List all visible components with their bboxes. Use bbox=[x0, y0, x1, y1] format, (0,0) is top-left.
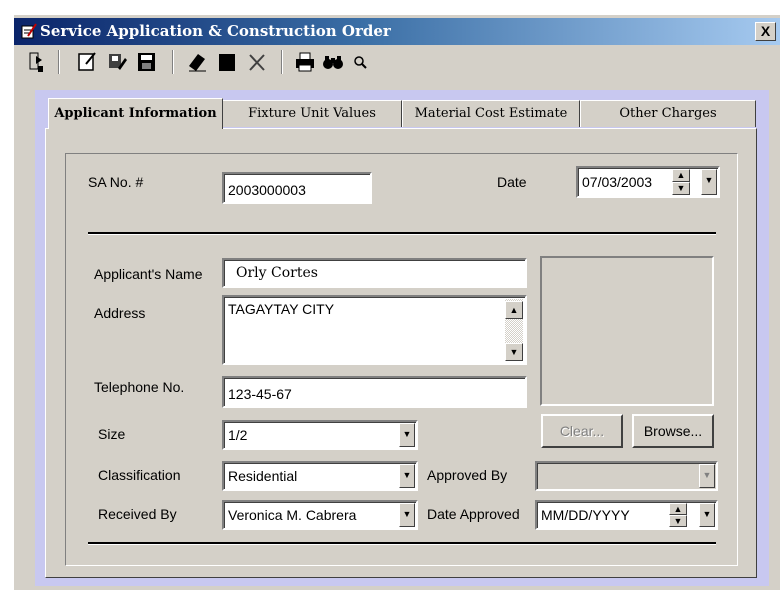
toolbar-separator bbox=[281, 50, 283, 74]
close-button[interactable]: X bbox=[755, 22, 776, 41]
approved-by-label: Approved By bbox=[427, 467, 508, 483]
divider-bottom bbox=[88, 542, 716, 545]
received-by-dropdown-icon[interactable]: ▼ bbox=[399, 503, 415, 527]
classification-dropdown-icon[interactable]: ▼ bbox=[399, 464, 415, 488]
divider-top bbox=[88, 232, 716, 235]
applicant-name-field[interactable]: Orly Cortes bbox=[222, 258, 527, 288]
date-approved-picker[interactable]: MM/DD/YYYY ▲ ▼ ▼ bbox=[535, 500, 718, 530]
classification-label: Classification bbox=[98, 467, 181, 483]
approved-by-select[interactable]: ▼ bbox=[535, 461, 718, 491]
date-spin-up[interactable]: ▲ bbox=[672, 169, 690, 182]
address-field[interactable]: TAGAYTAY CITY ▲ ▼ bbox=[222, 295, 527, 365]
save-icon[interactable] bbox=[136, 50, 158, 74]
address-label: Address bbox=[94, 305, 146, 321]
date-approved-spin-down[interactable]: ▼ bbox=[669, 515, 687, 527]
scroll-up-icon[interactable]: ▲ bbox=[505, 301, 523, 319]
date-dropdown-button[interactable]: ▼ bbox=[701, 169, 717, 195]
classification-value: Residential bbox=[228, 468, 298, 484]
approved-by-dropdown-icon[interactable]: ▼ bbox=[699, 464, 715, 488]
browse-button[interactable]: Browse... bbox=[632, 414, 714, 448]
scroll-down-icon[interactable]: ▼ bbox=[505, 343, 523, 361]
sa-no-field[interactable]: 2003000003 bbox=[222, 172, 372, 204]
date-approved-dropdown-button[interactable]: ▼ bbox=[699, 503, 715, 527]
exit-icon[interactable] bbox=[26, 50, 48, 74]
window-app-icon bbox=[20, 22, 38, 40]
address-value: TAGAYTAY CITY bbox=[228, 301, 335, 317]
date-label: Date bbox=[497, 174, 527, 190]
toolbar-separator bbox=[172, 50, 174, 74]
classification-select[interactable]: Residential ▼ bbox=[222, 461, 418, 491]
print-icon[interactable] bbox=[294, 50, 316, 74]
clear-button[interactable]: Clear... bbox=[541, 414, 623, 448]
date-picker[interactable]: 07/03/2003 ▲ ▼ ▼ bbox=[576, 166, 720, 198]
sa-no-label: SA No. # bbox=[88, 174, 144, 190]
toolbar-separator bbox=[58, 50, 60, 74]
date-approved-label: Date Approved bbox=[427, 506, 520, 522]
telephone-field[interactable]: 123-45-67 bbox=[222, 376, 527, 408]
zoom-icon[interactable] bbox=[350, 50, 372, 74]
date-approved-value: MM/DD/YYYY bbox=[541, 507, 630, 523]
address-scrollbar[interactable]: ▲ ▼ bbox=[505, 299, 523, 361]
date-spin-down[interactable]: ▼ bbox=[672, 182, 690, 195]
tab-fixture-unit-values[interactable]: Fixture Unit Values bbox=[222, 100, 402, 127]
size-select[interactable]: 1/2 ▼ bbox=[222, 420, 418, 450]
tab-other-charges[interactable]: Other Charges bbox=[580, 100, 756, 127]
new-icon[interactable] bbox=[76, 50, 98, 74]
received-by-label: Received By bbox=[98, 506, 177, 522]
window-title: Service Application & Construction Order bbox=[40, 22, 391, 40]
erase-icon[interactable] bbox=[186, 50, 208, 74]
find-icon[interactable] bbox=[322, 50, 344, 74]
date-approved-spin-up[interactable]: ▲ bbox=[669, 503, 687, 515]
telephone-label: Telephone No. bbox=[94, 379, 185, 395]
stop-icon[interactable] bbox=[216, 50, 238, 74]
received-by-value: Veronica M. Cabrera bbox=[228, 507, 357, 523]
delete-icon[interactable] bbox=[246, 50, 268, 74]
photo-box bbox=[540, 256, 714, 406]
size-label: Size bbox=[98, 426, 126, 442]
edit-icon[interactable] bbox=[106, 50, 128, 74]
tab-material-cost-estimate[interactable]: Material Cost Estimate bbox=[402, 100, 580, 127]
received-by-select[interactable]: Veronica M. Cabrera ▼ bbox=[222, 500, 418, 530]
size-value: 1/2 bbox=[228, 427, 248, 443]
date-value: 07/03/2003 bbox=[582, 174, 653, 190]
tab-applicant-information[interactable]: Applicant Information bbox=[48, 98, 223, 129]
size-dropdown-icon[interactable]: ▼ bbox=[399, 423, 415, 447]
applicant-name-label: Applicant's Name bbox=[94, 266, 203, 282]
